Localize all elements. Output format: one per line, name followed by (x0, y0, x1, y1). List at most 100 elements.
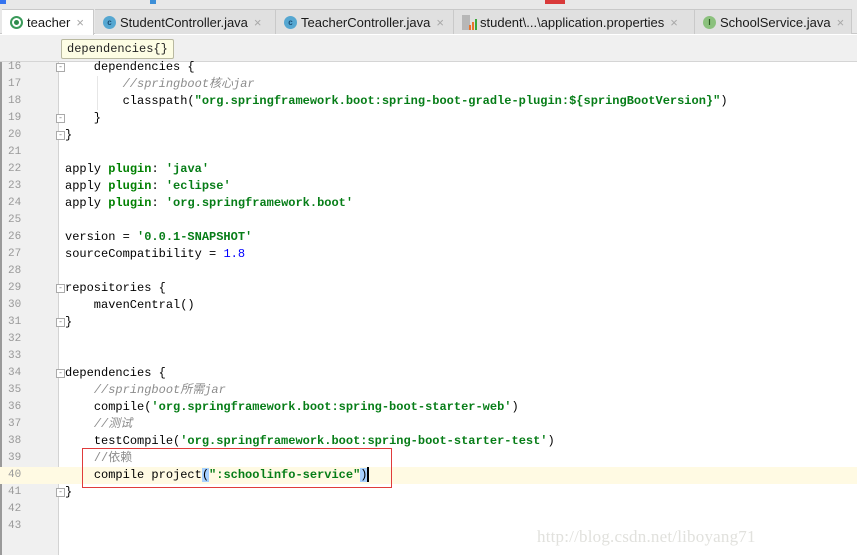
string-literal: 'org.springframework.boot:spring-boot-st… (180, 434, 548, 448)
line-number: 25 (8, 214, 22, 226)
code-token: ) (547, 434, 555, 448)
code-line: 33 (0, 348, 857, 365)
tab-teacher[interactable]: teacher × (2, 9, 94, 35)
line-number: 18 (8, 95, 22, 107)
tab-label: student\...\application.properties (480, 14, 665, 30)
string-literal: "org.springframework.boot:spring-boot-gr… (194, 94, 721, 108)
code-text: repositories { (65, 281, 166, 295)
code-text: apply plugin: 'java' (65, 161, 209, 178)
line-number: 19 (8, 112, 22, 124)
code-line: 36 compile('org.springframework.boot:spr… (0, 399, 857, 416)
tab-teacher-controller[interactable]: c TeacherController.java × (276, 9, 454, 34)
code-line: 32 (0, 331, 857, 348)
line-number: 23 (8, 180, 22, 192)
code-line: 19 - } (0, 110, 857, 127)
fold-icon[interactable]: - (56, 369, 65, 378)
line-number: 26 (8, 231, 22, 243)
line-number: 29 (8, 282, 22, 294)
code-line: 23 apply plugin: 'eclipse' (0, 178, 857, 195)
code-line: 27 sourceCompatibility = 1.8 (0, 246, 857, 263)
code-line: 24 apply plugin: 'org.springframework.boo… (0, 195, 857, 212)
code-line: 31 -} (0, 314, 857, 331)
code-text: } (65, 111, 102, 125)
code-text: dependencies { (65, 366, 166, 380)
code-token: ) (720, 94, 728, 108)
line-number: 21 (8, 146, 22, 158)
fold-icon[interactable]: - (56, 284, 65, 293)
code-text: //springboot核心jar (65, 76, 255, 93)
highlight-annotation-box (82, 448, 392, 488)
keyword: plugin (108, 196, 152, 210)
code-text: } (65, 315, 73, 329)
tab-application-properties[interactable]: student\...\application.properties × (454, 9, 695, 34)
code-token: classpath( (122, 94, 195, 108)
number-literal: 1.8 (223, 247, 246, 261)
fold-icon[interactable]: - (56, 131, 65, 140)
line-number: 34 (8, 367, 22, 379)
fold-icon[interactable]: - (56, 114, 65, 123)
close-icon[interactable]: × (670, 15, 678, 30)
line-number: 36 (8, 401, 22, 413)
code-line: 37 //测试 (0, 416, 857, 433)
code-token: : (151, 179, 166, 193)
comment: //测试 (93, 417, 133, 431)
code-text: dependencies { (65, 60, 195, 74)
code-text: apply plugin: 'eclipse' (65, 178, 231, 195)
code-line: 20 -} (0, 127, 857, 144)
line-number: 37 (8, 418, 22, 430)
comment: //springboot核心jar (122, 77, 255, 91)
keyword: plugin (108, 162, 152, 176)
line-number: 22 (8, 163, 22, 175)
code-line: 16 - dependencies { (0, 59, 857, 76)
line-number: 28 (8, 265, 22, 277)
fold-icon[interactable]: - (56, 318, 65, 327)
line-number: 30 (8, 299, 22, 311)
top-toolbar-strip (0, 0, 857, 8)
code-line: 18 classpath("org.springframework.boot:s… (0, 93, 857, 110)
close-icon[interactable]: × (837, 15, 845, 30)
breadcrumb-bar: dependencies{} (0, 35, 857, 62)
code-token: sourceCompatibility = (65, 247, 224, 261)
gradle-icon (10, 16, 23, 29)
close-icon[interactable]: × (254, 15, 262, 30)
code-token: apply (65, 196, 109, 210)
close-icon[interactable]: × (436, 15, 444, 30)
code-token: testCompile( (93, 434, 181, 448)
class-icon: c (284, 15, 297, 29)
line-number: 16 (8, 61, 22, 73)
close-icon[interactable]: × (76, 15, 84, 30)
line-number: 40 (8, 469, 22, 481)
fold-icon[interactable]: - (56, 488, 65, 497)
code-line: 30 mavenCentral() (0, 297, 857, 314)
breadcrumb[interactable]: dependencies{} (61, 39, 174, 59)
string-literal: 'eclipse' (165, 179, 231, 193)
line-number: 32 (8, 333, 22, 345)
code-line: 35 //springboot所需jar (0, 382, 857, 399)
code-token: ) (511, 400, 519, 414)
line-number: 42 (8, 503, 22, 515)
string-literal: 'org.springframework.boot' (165, 196, 354, 210)
tab-student-controller[interactable]: c StudentController.java × (95, 9, 276, 34)
line-number: 31 (8, 316, 22, 328)
code-text: apply plugin: 'org.springframework.boot' (65, 195, 353, 212)
code-text: sourceCompatibility = 1.8 (65, 246, 245, 263)
line-number: 20 (8, 129, 22, 141)
fold-icon[interactable]: - (56, 63, 65, 72)
tab-label: StudentController.java (120, 14, 248, 30)
tab-label: TeacherController.java (301, 14, 431, 30)
string-literal: 'org.springframework.boot:spring-boot-st… (151, 400, 512, 414)
code-token: version = (65, 230, 138, 244)
properties-file-icon (462, 14, 477, 30)
line-number: 27 (8, 248, 22, 260)
keyword: plugin (108, 179, 152, 193)
line-number: 41 (8, 486, 22, 498)
tab-school-service[interactable]: I SchoolService.java × (695, 9, 852, 34)
string-literal: 'java' (165, 162, 210, 176)
code-line: 29 - repositories { (0, 280, 857, 297)
code-text: } (65, 485, 73, 499)
code-line: 17 //springboot核心jar (0, 76, 857, 93)
code-token: apply (65, 179, 109, 193)
code-line: 21 (0, 144, 857, 161)
tab-label: SchoolService.java (720, 14, 831, 30)
code-text: } (65, 128, 73, 142)
